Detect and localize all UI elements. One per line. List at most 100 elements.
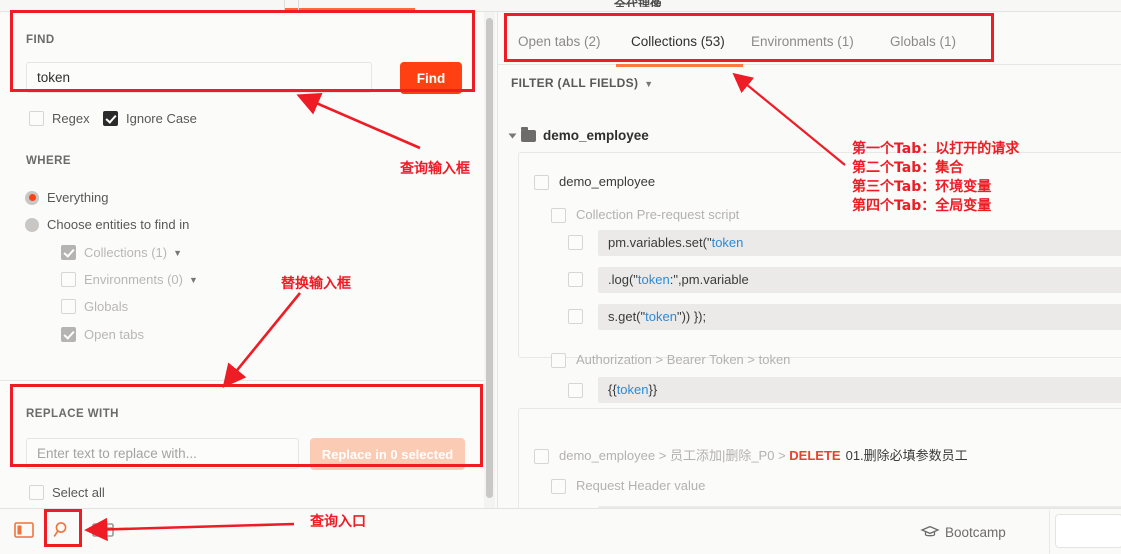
code-pre: pm.variables.set(" bbox=[608, 235, 712, 250]
globals-label: Globals bbox=[84, 299, 129, 315]
code-match: token bbox=[645, 309, 677, 324]
annotation-label-tab3: 第三个Tab：环境变量 bbox=[852, 179, 992, 195]
result-row-authorization[interactable]: Authorization > Bearer Token > token bbox=[551, 352, 791, 369]
code-pre: .log(" bbox=[608, 272, 638, 287]
path-sep: > bbox=[655, 448, 670, 463]
result-checkbox[interactable] bbox=[534, 449, 549, 465]
choose-entities-label: Choose entities to find in bbox=[47, 217, 190, 233]
where-section-label: WHERE bbox=[26, 155, 72, 167]
tab-strip-background bbox=[0, 0, 1121, 12]
replace-input[interactable] bbox=[26, 438, 299, 469]
regex-checkbox[interactable] bbox=[29, 111, 44, 127]
collection-group-header[interactable]: demo_employee bbox=[508, 127, 649, 143]
tab-environments[interactable]: Environments (1) bbox=[751, 34, 854, 49]
ignore-case-label: Ignore Case bbox=[126, 111, 197, 127]
result-row-prerequest-script[interactable]: Collection Pre-request script bbox=[551, 207, 740, 224]
chevron-down-icon-environments[interactable]: ▼ bbox=[189, 275, 198, 285]
result-row-label: Collection Pre-request script bbox=[576, 207, 740, 222]
result-checkbox[interactable] bbox=[568, 235, 583, 251]
everything-label: Everything bbox=[47, 190, 109, 206]
result-match-row[interactable] bbox=[568, 308, 593, 325]
code-post: }} bbox=[648, 382, 658, 397]
result-row-label: Authorization > Bearer Token > token bbox=[576, 352, 791, 367]
regex-label: Regex bbox=[52, 111, 90, 127]
entity-collections[interactable]: Collections (1) ▼ bbox=[61, 244, 182, 261]
footer-right-control[interactable] bbox=[1055, 514, 1121, 548]
annotation-label-replace-input: 替换输入框 bbox=[281, 276, 351, 292]
result-checkbox[interactable] bbox=[568, 383, 583, 399]
request-name: 01.删除必填参数员工 bbox=[845, 448, 968, 463]
replace-button[interactable]: Replace in 0 selected bbox=[310, 438, 465, 470]
tab-collections[interactable]: Collections (53) bbox=[631, 34, 725, 49]
result-match-code-1: pm.variables.set("token bbox=[598, 230, 1121, 256]
open-tabs-checkbox[interactable] bbox=[61, 327, 76, 343]
tab-divider-mid bbox=[298, 0, 299, 11]
panel-divider bbox=[0, 380, 487, 381]
everything-radio-icon[interactable] bbox=[25, 190, 39, 205]
regex-checkbox-row[interactable]: Regex bbox=[29, 110, 90, 127]
left-pane-scrollbar-thumb[interactable] bbox=[486, 18, 493, 498]
result-row-request-path[interactable]: demo_employee > 员工添加|删除_P0 > DELETE 01.删除… bbox=[534, 445, 968, 465]
result-checkbox[interactable] bbox=[534, 175, 549, 191]
ignore-case-checkbox-row[interactable]: Ignore Case bbox=[103, 110, 197, 127]
code-post: ")) }); bbox=[676, 309, 707, 324]
entity-environments[interactable]: Environments (0) ▼ bbox=[61, 271, 198, 288]
result-row-label: demo_employee bbox=[559, 174, 656, 189]
search-input[interactable] bbox=[26, 62, 372, 93]
globals-checkbox[interactable] bbox=[61, 299, 76, 315]
find-section-label: FIND bbox=[26, 34, 55, 46]
open-tabs-label: Open tabs bbox=[84, 327, 144, 343]
result-checkbox[interactable] bbox=[568, 309, 583, 325]
tab-divider-left bbox=[284, 0, 285, 11]
results-pane: Open tabs (2) Collections (53) Environme… bbox=[497, 12, 1121, 508]
result-checkbox[interactable] bbox=[551, 208, 566, 224]
bootcamp-button[interactable]: Bootcamp bbox=[945, 525, 1006, 540]
tab-open-tabs[interactable]: Open tabs (2) bbox=[518, 34, 601, 49]
replace-section-label: REPLACE WITH bbox=[26, 408, 119, 420]
postman-find-replace-window: 全代理像 FIND Find Regex Ignore Case WHERE E… bbox=[0, 0, 1121, 554]
find-button[interactable]: Find bbox=[400, 62, 462, 94]
result-checkbox[interactable] bbox=[568, 272, 583, 288]
path-collection: demo_employee bbox=[559, 448, 656, 463]
search-icon[interactable] bbox=[51, 520, 73, 540]
select-all-checkbox[interactable] bbox=[29, 485, 44, 501]
active-tab-underline bbox=[285, 8, 415, 11]
collection-group-title: demo_employee bbox=[543, 128, 649, 143]
result-checkbox[interactable] bbox=[551, 353, 566, 369]
annotation-label-search-entry: 查询入口 bbox=[310, 514, 366, 530]
radio-choose-entities[interactable]: Choose entities to find in bbox=[25, 216, 189, 232]
result-match-row[interactable] bbox=[568, 234, 593, 251]
tab-globals[interactable]: Globals (1) bbox=[890, 34, 956, 49]
active-tab-indicator bbox=[616, 64, 743, 67]
result-row-request-header[interactable]: Request Header value bbox=[551, 478, 705, 495]
filter-dropdown[interactable]: FILTER (ALL FIELDS) ▼ bbox=[511, 76, 653, 90]
entity-open-tabs[interactable]: Open tabs bbox=[61, 326, 144, 343]
select-all-label: Select all bbox=[52, 485, 105, 501]
environments-checkbox[interactable] bbox=[61, 272, 76, 288]
result-match-row[interactable] bbox=[568, 271, 593, 288]
result-match-code-2: .log("token:",pm.variable bbox=[598, 267, 1121, 293]
path-folder: 员工添加|删除_P0 bbox=[669, 448, 775, 463]
code-match: token bbox=[711, 235, 744, 250]
select-all-row[interactable]: Select all bbox=[29, 484, 105, 501]
top-tab-partial-label[interactable]: 全代理像 bbox=[614, 0, 662, 7]
collections-checkbox[interactable] bbox=[61, 245, 76, 261]
sidebar-toggle-icon[interactable] bbox=[13, 520, 35, 540]
result-row-collection-name[interactable]: demo_employee bbox=[534, 174, 656, 191]
annotation-label-tab1: 第一个Tab：以打开的请求 bbox=[852, 141, 1020, 157]
http-method-badge: DELETE bbox=[789, 448, 841, 463]
result-match-code-3: s.get("token")) }); bbox=[598, 304, 1121, 330]
ignore-case-checkbox[interactable] bbox=[103, 111, 118, 127]
choose-entities-radio-icon[interactable] bbox=[25, 217, 39, 232]
chevron-down-icon-collections[interactable]: ▼ bbox=[173, 248, 182, 258]
result-match-row[interactable] bbox=[568, 382, 593, 399]
entity-globals[interactable]: Globals bbox=[61, 298, 129, 315]
chevron-down-icon-filter[interactable]: ▼ bbox=[644, 79, 653, 89]
expand-triangle-icon[interactable] bbox=[508, 133, 517, 139]
results-tabbar: Open tabs (2) Collections (53) Environme… bbox=[498, 22, 1121, 67]
radio-everything[interactable]: Everything bbox=[25, 189, 108, 205]
result-checkbox[interactable] bbox=[551, 479, 566, 495]
console-icon[interactable] bbox=[91, 520, 114, 540]
filter-label: FILTER (ALL FIELDS) bbox=[511, 76, 639, 90]
footer-divider bbox=[1049, 510, 1050, 554]
